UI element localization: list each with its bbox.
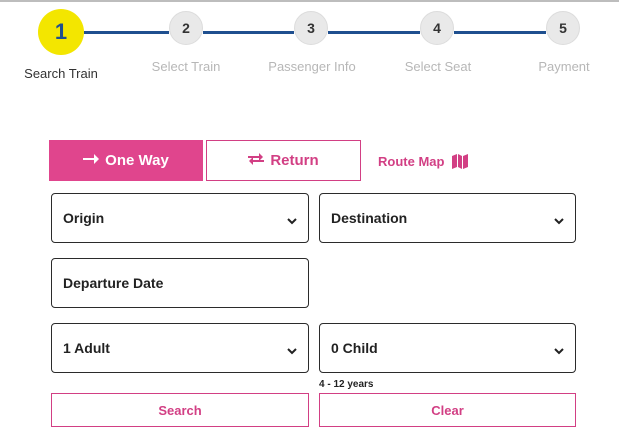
return-button[interactable]: Return — [206, 140, 361, 181]
step-connector — [454, 31, 546, 34]
progress-stepper: 1 2 3 4 5 Search Train Select Train Pass… — [0, 0, 619, 90]
clear-button[interactable]: Clear — [319, 393, 576, 427]
step-5-label: Payment — [538, 59, 590, 74]
destination-select[interactable]: Destination — [319, 193, 576, 243]
step-2-label: Select Train — [151, 59, 221, 74]
swap-arrows-icon — [248, 152, 265, 170]
search-button[interactable]: Search — [51, 393, 309, 427]
map-icon — [452, 154, 469, 169]
adults-value: 1 Adult — [63, 340, 110, 356]
chevron-down-icon — [287, 213, 297, 225]
child-age-note: 4 - 12 years — [319, 379, 374, 390]
origin-value: Origin — [63, 210, 105, 226]
route-map-link[interactable]: Route Map — [378, 154, 469, 169]
children-value: 0 Child — [331, 340, 378, 356]
step-4-label: Select Seat — [404, 59, 472, 74]
route-map-label: Route Map — [378, 154, 445, 169]
step-1-circle: 1 — [38, 9, 84, 55]
arrow-right-icon — [83, 152, 100, 169]
step-3-circle: 3 — [294, 11, 328, 45]
chevron-down-icon — [554, 343, 564, 355]
step-connector — [84, 31, 169, 34]
chevron-down-icon — [287, 343, 297, 355]
step-2-circle: 2 — [169, 11, 203, 45]
destination-value: Destination — [331, 210, 408, 226]
chevron-down-icon — [554, 213, 564, 225]
one-way-button[interactable]: One Way — [49, 140, 203, 181]
departure-date-value: Departure Date — [63, 275, 164, 291]
step-1-label: Search Train — [24, 66, 98, 81]
step-connector — [328, 31, 420, 34]
departure-date-field[interactable]: Departure Date — [51, 258, 309, 308]
one-way-label: One Way — [105, 152, 169, 169]
step-5-circle: 5 — [546, 11, 580, 45]
step-3-label: Passenger Info — [268, 59, 356, 74]
step-connector — [203, 31, 294, 34]
adults-select[interactable]: 1 Adult — [51, 323, 309, 373]
return-label: Return — [270, 152, 319, 169]
origin-select[interactable]: Origin — [51, 193, 309, 243]
step-4-circle: 4 — [420, 11, 454, 45]
children-select[interactable]: 0 Child — [319, 323, 576, 373]
